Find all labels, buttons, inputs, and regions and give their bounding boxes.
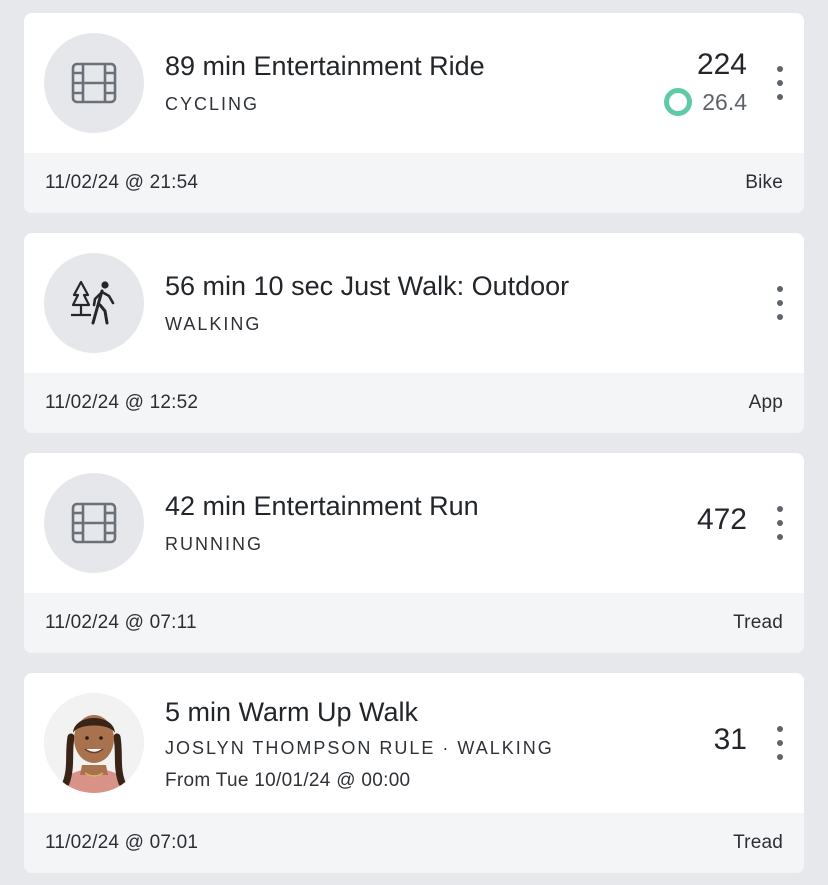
workout-output-value: 224 <box>696 48 747 81</box>
workout-instructor-discipline: JOSLYN THOMPSON RULE · WALKING <box>165 738 554 758</box>
workout-output-value: 31 <box>713 723 747 756</box>
workout-card-footer: 11/02/24 @ 07:01 Tread <box>24 813 804 873</box>
workout-secondary-value: 26.4 <box>702 88 747 115</box>
workout-date: 11/02/24 @ 07:01 <box>45 832 199 853</box>
film-icon <box>44 33 144 133</box>
workout-card[interactable]: 5 min Warm Up Walk JOSLYN THOMPSON RULE … <box>24 673 804 873</box>
instructor-avatar <box>44 693 144 793</box>
more-options-icon[interactable] <box>774 286 786 320</box>
workout-card-footer: 11/02/24 @ 21:54 Bike <box>24 153 804 213</box>
workout-title: 5 min Warm Up Walk <box>165 697 419 727</box>
workout-discipline: RUNNING <box>165 534 263 554</box>
workout-card[interactable]: 42 min Entertainment Run RUNNING 472 11/… <box>24 453 804 653</box>
more-options-icon[interactable] <box>774 726 786 760</box>
more-options-icon[interactable] <box>774 506 786 540</box>
workout-discipline: CYCLING <box>165 94 260 114</box>
workout-device: Bike <box>745 172 783 193</box>
workout-card-main[interactable]: 56 min 10 sec Just Walk: Outdoor WALKING <box>24 233 804 373</box>
workout-card-footer: 11/02/24 @ 07:11 Tread <box>24 593 804 653</box>
workout-title: 42 min Entertainment Run <box>165 491 479 521</box>
workout-secondary-metric: 26.4 <box>664 88 747 116</box>
workout-card-main[interactable]: 42 min Entertainment Run RUNNING 472 <box>24 453 804 593</box>
workout-title: 56 min 10 sec Just Walk: Outdoor <box>165 271 570 301</box>
workout-device: App <box>748 392 783 413</box>
workout-card[interactable]: 89 min Entertainment Ride CYCLING 224 26… <box>24 13 804 213</box>
workout-discipline: WALKING <box>165 314 262 334</box>
outdoor-walk-icon <box>44 253 144 353</box>
workout-card[interactable]: 56 min 10 sec Just Walk: Outdoor WALKING… <box>24 233 804 433</box>
workout-schedule-info: From Tue 10/01/24 @ 00:00 <box>165 770 411 791</box>
workout-title: 89 min Entertainment Ride <box>165 51 485 81</box>
workout-date: 11/02/24 @ 07:11 <box>45 612 197 633</box>
workout-date: 11/02/24 @ 12:52 <box>45 392 199 413</box>
workout-output-value: 472 <box>696 503 747 536</box>
more-options-icon[interactable] <box>774 66 786 100</box>
workout-card-main[interactable]: 5 min Warm Up Walk JOSLYN THOMPSON RULE … <box>24 673 804 813</box>
workout-history-list: 89 min Entertainment Ride CYCLING 224 26… <box>0 0 828 885</box>
workout-device: Tread <box>733 832 783 853</box>
workout-card-footer: 11/02/24 @ 12:52 App <box>24 373 804 433</box>
workout-card-main[interactable]: 89 min Entertainment Ride CYCLING 224 26… <box>24 13 804 153</box>
film-icon <box>44 473 144 573</box>
workout-device: Tread <box>733 612 783 633</box>
ring-icon <box>664 88 693 116</box>
workout-date: 11/02/24 @ 21:54 <box>45 172 199 193</box>
